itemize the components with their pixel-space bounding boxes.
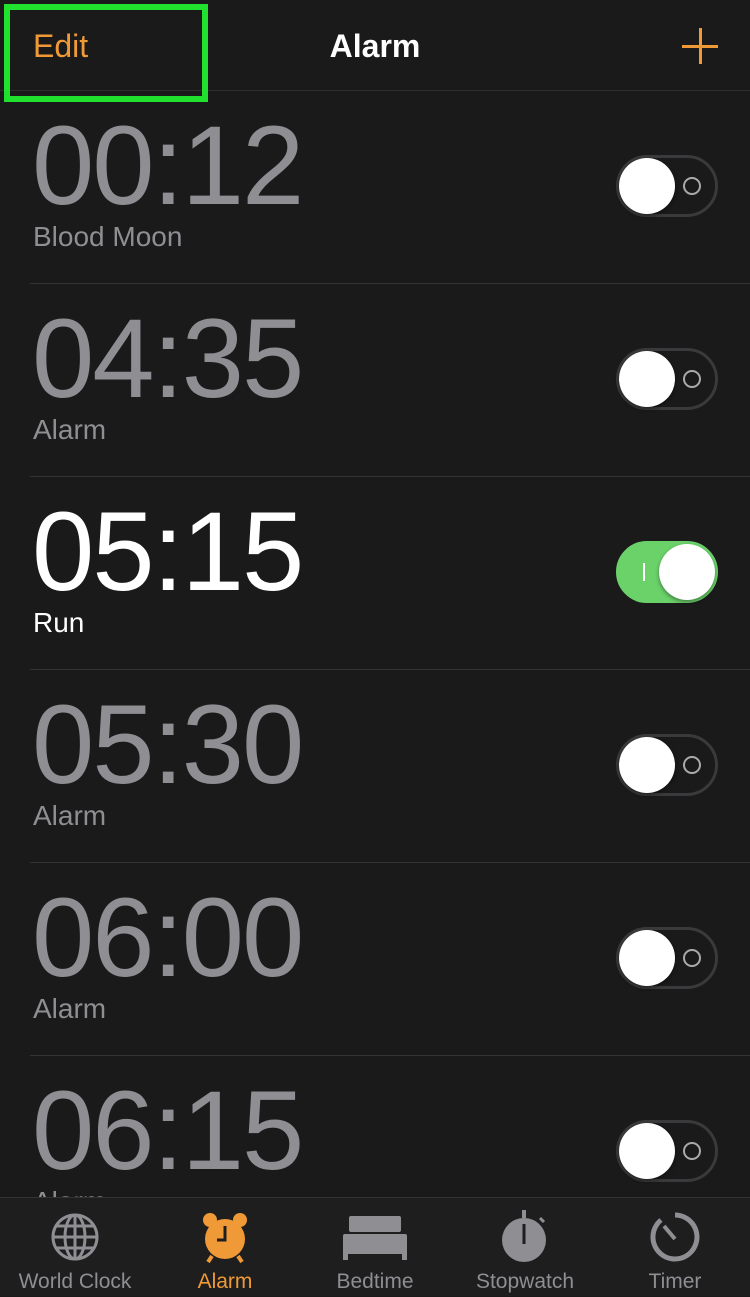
bed-icon <box>343 1216 407 1260</box>
alarm-row[interactable]: 04:35 Alarm <box>30 284 750 477</box>
tab-label: Stopwatch <box>475 1270 575 1293</box>
toggle-knob <box>659 544 715 600</box>
tab-label: Bedtime <box>336 1270 414 1293</box>
on-indicator <box>643 563 645 581</box>
nav-bar: Edit Alarm <box>0 0 750 91</box>
alarm-row[interactable]: 00:12 Blood Moon <box>30 91 750 284</box>
stopwatch-icon <box>502 1210 546 1262</box>
toggle-knob <box>619 1123 675 1179</box>
alarm-time: 06:00 <box>32 875 304 1000</box>
toggle-knob <box>619 158 675 214</box>
alarm-row[interactable]: 06:00 Alarm <box>30 863 750 1056</box>
toggle-knob <box>619 930 675 986</box>
page-title: Alarm <box>329 28 421 64</box>
off-indicator <box>683 370 701 388</box>
tab-timer[interactable]: Timer <box>600 1198 750 1297</box>
off-indicator <box>683 949 701 967</box>
alarm-label: Alarm <box>33 414 107 445</box>
alarm-label: Run <box>33 607 85 638</box>
tab-bedtime[interactable]: Bedtime <box>300 1198 450 1297</box>
alarm-time: 06:15 <box>32 1068 304 1193</box>
toggle-knob <box>619 737 675 793</box>
alarm-toggle[interactable] <box>616 734 718 796</box>
tab-world-clock[interactable]: World Clock <box>0 1198 150 1297</box>
alarm-time: 04:35 <box>32 296 304 421</box>
alarm-toggle[interactable] <box>616 155 718 217</box>
alarm-label: Alarm <box>33 993 107 1024</box>
alarm-time: 05:15 <box>32 489 304 614</box>
alarm-clock-icon <box>203 1213 247 1264</box>
tab-label: Alarm <box>197 1270 253 1293</box>
alarm-time: 05:30 <box>32 682 304 807</box>
alarm-toggle[interactable] <box>616 1120 718 1182</box>
alarm-list: 00:12 Blood Moon 04:35 Alarm 05:15 Run 0… <box>0 91 750 1249</box>
alarm-label: Blood Moon <box>33 221 183 252</box>
tab-alarm[interactable]: Alarm <box>150 1198 300 1297</box>
timer-icon <box>650 1212 700 1262</box>
alarm-time: 00:12 <box>32 103 304 228</box>
tab-stopwatch[interactable]: Stopwatch <box>450 1198 600 1297</box>
alarm-toggle[interactable] <box>616 541 718 603</box>
tab-label: Timer <box>648 1270 702 1293</box>
off-indicator <box>683 177 701 195</box>
alarm-row[interactable]: 05:15 Run <box>30 477 750 670</box>
tab-label: World Clock <box>18 1270 132 1293</box>
alarm-label: Alarm <box>33 800 107 831</box>
alarm-toggle[interactable] <box>616 927 718 989</box>
toggle-knob <box>619 351 675 407</box>
off-indicator <box>683 1142 701 1160</box>
globe-icon <box>51 1213 99 1261</box>
plus-icon[interactable] <box>682 28 718 64</box>
alarm-toggle[interactable] <box>616 348 718 410</box>
alarm-row[interactable]: 05:30 Alarm <box>30 670 750 863</box>
off-indicator <box>683 756 701 774</box>
tab-bar: World Clock Alarm Bedtime Stopwatch Time… <box>0 1197 750 1296</box>
